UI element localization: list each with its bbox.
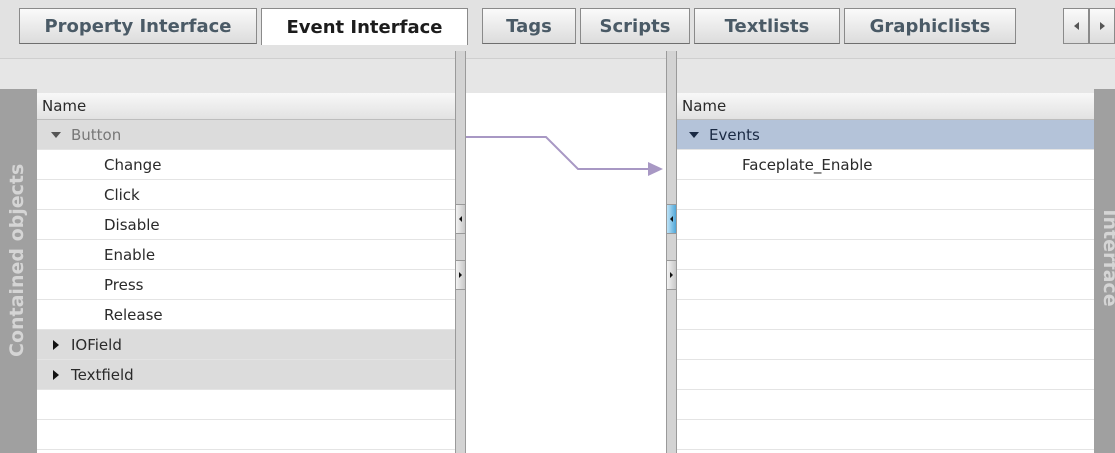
arrow-left-icon xyxy=(459,216,462,222)
tree-item-change[interactable]: Change xyxy=(37,150,455,180)
scroll-right-icon xyxy=(1099,22,1105,30)
splitter-expand-right-button[interactable] xyxy=(667,260,676,290)
empty-row xyxy=(677,360,1094,390)
name-column-header[interactable]: Name xyxy=(37,93,455,120)
tab-label: Scripts xyxy=(599,15,671,37)
contained-objects-label: Contained objects xyxy=(6,163,28,357)
tree-item-label: Press xyxy=(104,275,144,294)
expand-down-icon xyxy=(51,131,61,138)
tree-item-iofield[interactable]: IOField xyxy=(37,330,455,360)
splitter-expand-right-button[interactable] xyxy=(456,260,465,290)
tab-tags[interactable]: Tags xyxy=(482,8,576,44)
tree-item-label: Disable xyxy=(104,215,160,234)
empty-row xyxy=(677,300,1094,330)
tab-label: Tags xyxy=(506,15,552,37)
empty-row xyxy=(677,420,1094,450)
tree-item-enable[interactable]: Enable xyxy=(37,240,455,270)
interface-panel: Name Events Faceplate_Enable xyxy=(677,93,1094,453)
tab-graphiclists[interactable]: Graphiclists xyxy=(844,8,1016,44)
splitter-collapse-left-button[interactable] xyxy=(667,204,676,234)
contained-objects-panel: Name Button Change Click Disable Enable … xyxy=(37,93,455,453)
arrow-left-icon xyxy=(670,216,673,222)
tab-textlists[interactable]: Textlists xyxy=(694,8,840,44)
scroll-left-icon xyxy=(1073,22,1079,30)
interface-sidebar: Interface xyxy=(1094,89,1115,453)
tab-scripts[interactable]: Scripts xyxy=(580,8,690,44)
tree-item-label: Click xyxy=(104,185,140,204)
tree-item-label: Enable xyxy=(104,245,156,264)
header-label: Name xyxy=(682,97,727,115)
tree-item-click[interactable]: Click xyxy=(37,180,455,210)
tree-item-textfield[interactable]: Textfield xyxy=(37,360,455,390)
tree-item-events[interactable]: Events xyxy=(677,120,1094,150)
tree-item-button[interactable]: Button xyxy=(37,120,455,150)
empty-row xyxy=(677,180,1094,210)
collapse-right-icon xyxy=(53,369,59,380)
tree-item-label: Faceplate_Enable xyxy=(742,155,873,174)
tab-label: Event Interface xyxy=(286,16,443,38)
left-splitter[interactable] xyxy=(455,51,466,453)
arrow-right-icon xyxy=(459,272,462,278)
tab-property-interface[interactable]: Property Interface xyxy=(19,8,257,44)
header-label: Name xyxy=(42,97,87,115)
splitter-collapse-left-button[interactable] xyxy=(456,204,465,234)
empty-row xyxy=(677,210,1094,240)
tree-item-label: Release xyxy=(104,305,163,324)
interface-label: Interface xyxy=(1099,209,1115,307)
tree-item-label: Change xyxy=(104,155,162,174)
contained-objects-sidebar: Contained objects xyxy=(0,89,37,453)
tree-item-press[interactable]: Press xyxy=(37,270,455,300)
tree-item-label: Events xyxy=(709,125,760,144)
tab-bar: Property Interface Event Interface Tags … xyxy=(0,0,1115,59)
connector-arrow-icon xyxy=(466,136,663,176)
connection-area xyxy=(466,93,666,453)
empty-row xyxy=(677,240,1094,270)
empty-row xyxy=(37,390,455,420)
name-column-header[interactable]: Name xyxy=(677,93,1094,120)
collapse-right-icon xyxy=(53,339,59,350)
empty-row xyxy=(677,270,1094,300)
scroll-tabs-left-button[interactable] xyxy=(1063,8,1089,44)
empty-row xyxy=(677,390,1094,420)
expand-down-icon xyxy=(689,131,699,138)
tab-label: Graphiclists xyxy=(869,15,991,37)
right-splitter[interactable] xyxy=(666,51,677,453)
tab-label: Property Interface xyxy=(44,15,232,37)
scroll-tabs-right-button[interactable] xyxy=(1089,8,1115,44)
tree-item-faceplate-enable[interactable]: Faceplate_Enable xyxy=(677,150,1094,180)
tree-item-label: Button xyxy=(71,125,122,144)
tree-item-disable[interactable]: Disable xyxy=(37,210,455,240)
empty-row xyxy=(677,330,1094,360)
empty-row xyxy=(37,420,455,450)
tree-item-label: IOField xyxy=(71,335,122,354)
tab-label: Textlists xyxy=(724,15,810,37)
tree-item-release[interactable]: Release xyxy=(37,300,455,330)
tab-event-interface[interactable]: Event Interface xyxy=(261,8,468,45)
arrow-right-icon xyxy=(670,272,673,278)
tree-item-label: Textfield xyxy=(71,365,134,384)
